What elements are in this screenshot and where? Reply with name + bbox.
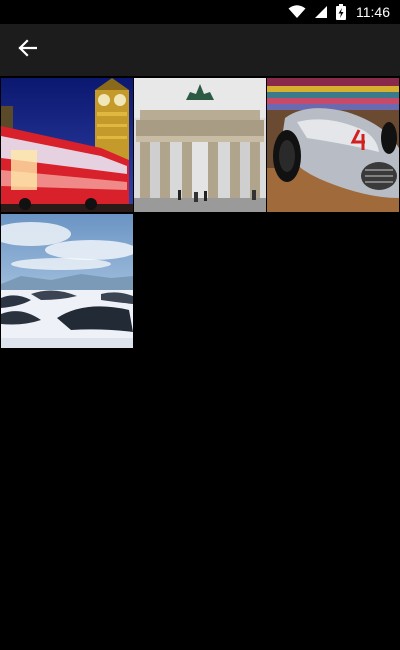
battery-charging-icon [336,4,346,20]
arrow-back-icon [17,38,38,63]
thumbnail-brandenburg-gate[interactable] [134,78,266,212]
thumbnail-race-car[interactable] [267,78,399,212]
thumbnail-london-bus[interactable] [1,78,133,212]
screen: 11:46 [0,0,400,650]
cell-signal-icon [314,5,328,19]
thumbnail-snow-landscape[interactable] [1,214,133,348]
status-bar: 11:46 [0,0,400,24]
back-button[interactable] [14,37,40,63]
app-bar [0,24,400,76]
status-time: 11:46 [356,4,390,20]
wifi-icon [288,5,306,19]
